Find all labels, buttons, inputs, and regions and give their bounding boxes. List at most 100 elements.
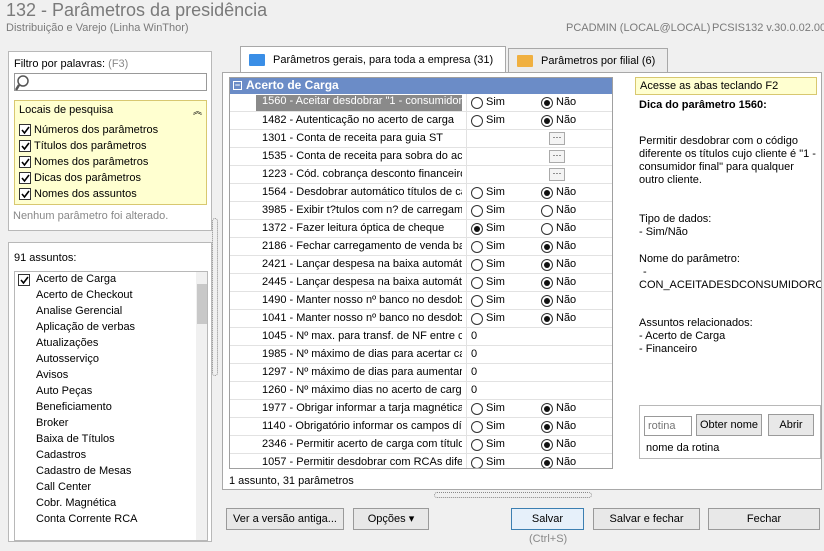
collapse-icon[interactable]: ︽ <box>193 104 202 117</box>
radio-no[interactable] <box>541 439 553 451</box>
table-row[interactable]: 1977 - Obrigar informar a tarja magnétic… <box>230 400 612 418</box>
list-item[interactable]: Atualizações <box>36 337 98 353</box>
parameter-value-cell[interactable]: Sim Não <box>466 418 612 436</box>
collapse-icon[interactable]: − <box>233 81 242 90</box>
parameter-value-cell[interactable]: ··· <box>466 166 612 184</box>
location-option-titles[interactable]: Títulos dos parâmetros <box>19 138 147 154</box>
parameter-value-cell[interactable]: Sim Não <box>466 436 612 454</box>
radio-no[interactable] <box>541 259 553 271</box>
ellipsis-button[interactable]: ··· <box>549 132 565 145</box>
parameter-value-cell[interactable]: 0 <box>466 328 612 346</box>
table-row[interactable]: 1223 - Cód. cobrança desconto financeiro… <box>230 166 612 184</box>
parameter-value-cell[interactable]: Sim Não <box>466 274 612 292</box>
tab-general-params[interactable]: Parâmetros gerais, para toda a empresa (… <box>240 46 506 72</box>
radio-no[interactable] <box>541 241 553 253</box>
table-row[interactable]: 2421 - Lançar despesa na baixa automátic… <box>230 256 612 274</box>
ellipsis-button[interactable]: ··· <box>549 168 565 181</box>
scrollbar-thumb[interactable] <box>197 284 207 324</box>
table-row[interactable]: 1045 - Nº max. para transf. de NF entre … <box>230 328 612 346</box>
radio-no[interactable] <box>541 313 553 325</box>
table-row[interactable]: 1041 - Manter nosso nº banco no desdobr S… <box>230 310 612 328</box>
list-item[interactable]: Analise Gerencial <box>36 305 122 321</box>
radio-yes[interactable] <box>471 313 483 325</box>
table-row[interactable]: 1260 - Nº máximo dias no acerto de carga… <box>230 382 612 400</box>
radio-no[interactable] <box>541 403 553 415</box>
parameter-value-cell[interactable]: 0 <box>466 364 612 382</box>
old-version-button[interactable]: Ver a versão antiga... <box>226 508 344 530</box>
radio-yes[interactable] <box>471 187 483 199</box>
parameter-value-cell[interactable]: Sim Não <box>466 238 612 256</box>
parameter-value-cell[interactable]: Sim Não <box>466 184 612 202</box>
parameter-value-cell[interactable]: Sim Não <box>466 256 612 274</box>
table-row[interactable]: 1057 - Permitir desdobrar com RCAs difer… <box>230 454 612 468</box>
radio-no[interactable] <box>541 295 553 307</box>
checkbox-icon[interactable] <box>19 188 31 200</box>
table-row[interactable]: 2445 - Lançar despesa na baixa automátic… <box>230 274 612 292</box>
save-close-button[interactable]: Salvar e fechar <box>593 508 700 530</box>
radio-yes[interactable] <box>471 277 483 289</box>
parameter-value-cell[interactable]: Sim Não <box>466 454 612 468</box>
table-row[interactable]: 1140 - Obrigatório informar os campos dí… <box>230 418 612 436</box>
table-row[interactable]: 1372 - Fazer leitura óptica de cheque Sim… <box>230 220 612 238</box>
radio-no[interactable] <box>541 97 553 109</box>
parameter-value-cell[interactable]: Sim Não <box>466 220 612 238</box>
checkbox-icon[interactable] <box>19 140 31 152</box>
table-row[interactable]: 1535 - Conta de receita para sobra do ac… <box>230 148 612 166</box>
grid-scrollbar[interactable] <box>612 78 613 469</box>
list-item[interactable]: Conta Corrente RCA <box>36 513 138 529</box>
checkbox-icon[interactable] <box>19 156 31 168</box>
table-row[interactable]: 1564 - Desdobrar automático títulos de c… <box>230 184 612 202</box>
list-item[interactable]: Beneficiamento <box>36 401 112 417</box>
radio-yes[interactable] <box>471 403 483 415</box>
parameter-value-cell[interactable]: Sim Não <box>466 94 612 112</box>
parameter-value-cell[interactable]: ··· <box>466 148 612 166</box>
table-row[interactable]: 1482 - Autenticação no acerto de carga Si… <box>230 112 612 130</box>
list-item[interactable]: Cadastro de Mesas <box>36 465 131 481</box>
radio-no[interactable] <box>541 205 553 217</box>
location-option-names[interactable]: Nomes dos parâmetros <box>19 154 148 170</box>
options-button[interactable]: Opções ▾ <box>353 508 429 530</box>
radio-no[interactable] <box>541 421 553 433</box>
radio-yes[interactable] <box>471 205 483 217</box>
radio-yes[interactable] <box>471 97 483 109</box>
parameter-value-cell[interactable]: Sim Não <box>466 292 612 310</box>
list-item[interactable]: Auto Peças <box>36 385 92 401</box>
splitter-handle[interactable] <box>212 218 218 376</box>
list-item[interactable]: Cobr. Magnética <box>36 497 116 513</box>
radio-yes[interactable] <box>471 259 483 271</box>
list-item[interactable]: Acerto de Checkout <box>36 289 133 305</box>
radio-yes[interactable] <box>471 295 483 307</box>
parameter-value-cell[interactable]: Sim Não <box>466 202 612 220</box>
close-button[interactable]: Fechar <box>708 508 820 530</box>
radio-yes[interactable] <box>471 457 483 468</box>
radio-yes[interactable] <box>471 241 483 253</box>
list-item[interactable]: Aplicação de verbas <box>36 321 135 337</box>
checkbox-icon[interactable] <box>19 124 31 136</box>
list-item[interactable]: Broker <box>36 417 68 433</box>
subjects-scrollbar[interactable] <box>196 272 207 540</box>
routine-input[interactable] <box>644 416 692 436</box>
checkbox-icon[interactable] <box>19 172 31 184</box>
table-row[interactable]: 1490 - Manter nosso nº banco no desdobr S… <box>230 292 612 310</box>
open-button[interactable]: Abrir <box>768 414 814 436</box>
radio-yes[interactable] <box>471 421 483 433</box>
radio-no[interactable] <box>541 223 553 235</box>
search-input[interactable] <box>14 73 207 91</box>
table-row[interactable]: 2186 - Fechar carregamento de venda ba Si… <box>230 238 612 256</box>
radio-no[interactable] <box>541 115 553 127</box>
radio-yes[interactable] <box>471 439 483 451</box>
group-header[interactable]: − Acerto de Carga <box>230 78 612 94</box>
radio-yes[interactable] <box>471 115 483 127</box>
radio-yes[interactable] <box>471 223 483 235</box>
location-option-numbers[interactable]: Números dos parâmetros <box>19 122 158 138</box>
ellipsis-button[interactable]: ··· <box>549 150 565 163</box>
list-item[interactable]: Call Center <box>36 481 91 497</box>
table-row[interactable]: 2346 - Permitir acerto de carga com títu… <box>230 436 612 454</box>
list-item[interactable]: Acerto de Carga <box>36 273 116 289</box>
radio-no[interactable] <box>541 187 553 199</box>
radio-no[interactable] <box>541 457 553 468</box>
tab-branch-params[interactable]: Parâmetros por filial (6) <box>508 48 668 72</box>
table-row[interactable]: 1560 - Aceitar desdobrar "1 - consumidor… <box>230 94 612 112</box>
parameter-value-cell[interactable]: Sim Não <box>466 400 612 418</box>
splitter-handle[interactable] <box>434 492 592 498</box>
